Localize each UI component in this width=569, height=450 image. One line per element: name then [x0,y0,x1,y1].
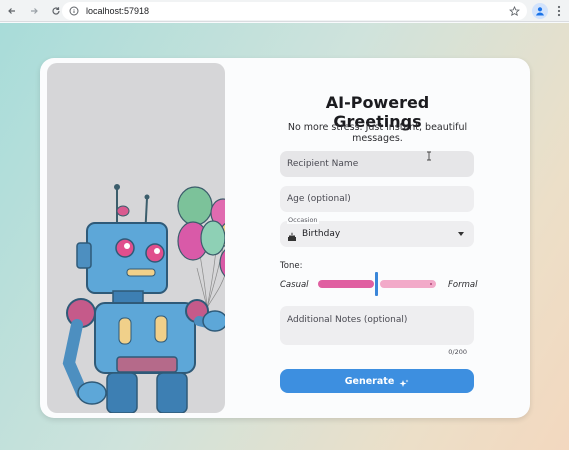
tone-slider-end-dot [430,283,432,285]
occasion-label: Occasion [287,216,319,224]
age-placeholder: Age (optional) [287,194,351,204]
forward-icon[interactable] [24,1,44,21]
cake-icon [287,229,297,241]
recipient-name-field[interactable]: Recipient Name [280,151,474,177]
page-subtitle: No more stress. Just instant, beautiful … [287,122,468,144]
tone-label: Tone: [280,261,303,271]
robot-illustration [47,63,225,413]
sparkles-icon [399,376,409,387]
generate-button-label: Generate [344,375,395,387]
tone-casual-label: Casual [280,280,309,290]
recipient-name-placeholder: Recipient Name [287,159,359,169]
notes-character-counter: 0/200 [448,348,467,356]
age-field[interactable]: Age (optional) [280,186,474,212]
bookmark-star-icon[interactable] [507,4,521,18]
occasion-select[interactable]: Birthday [280,221,474,247]
generate-button[interactable]: Generate [280,369,474,393]
profile-avatar-icon[interactable] [532,3,548,19]
tone-slider-thumb[interactable] [375,272,378,296]
tone-slider-inactive-track[interactable] [380,280,436,288]
site-info-icon[interactable] [68,5,80,17]
additional-notes-placeholder: Additional Notes (optional) [287,315,408,325]
text-cursor-icon [426,151,432,164]
tone-formal-label: Formal [448,280,478,290]
browser-toolbar: localhost:57918 [0,0,569,22]
greeting-card-panel: AI-Powered Greetings No more stress. Jus… [40,58,530,418]
occasion-value: Birthday [302,229,341,239]
back-icon[interactable] [2,1,22,21]
url-text: localhost:57918 [86,6,150,16]
tone-slider-active-track[interactable] [318,280,374,288]
browser-menu-icon[interactable] [554,3,564,19]
address-bar[interactable]: localhost:57918 [62,2,527,20]
additional-notes-field[interactable]: Additional Notes (optional) [280,306,474,345]
dropdown-arrow-icon [458,232,464,236]
robot-with-balloons-image [62,184,225,413]
